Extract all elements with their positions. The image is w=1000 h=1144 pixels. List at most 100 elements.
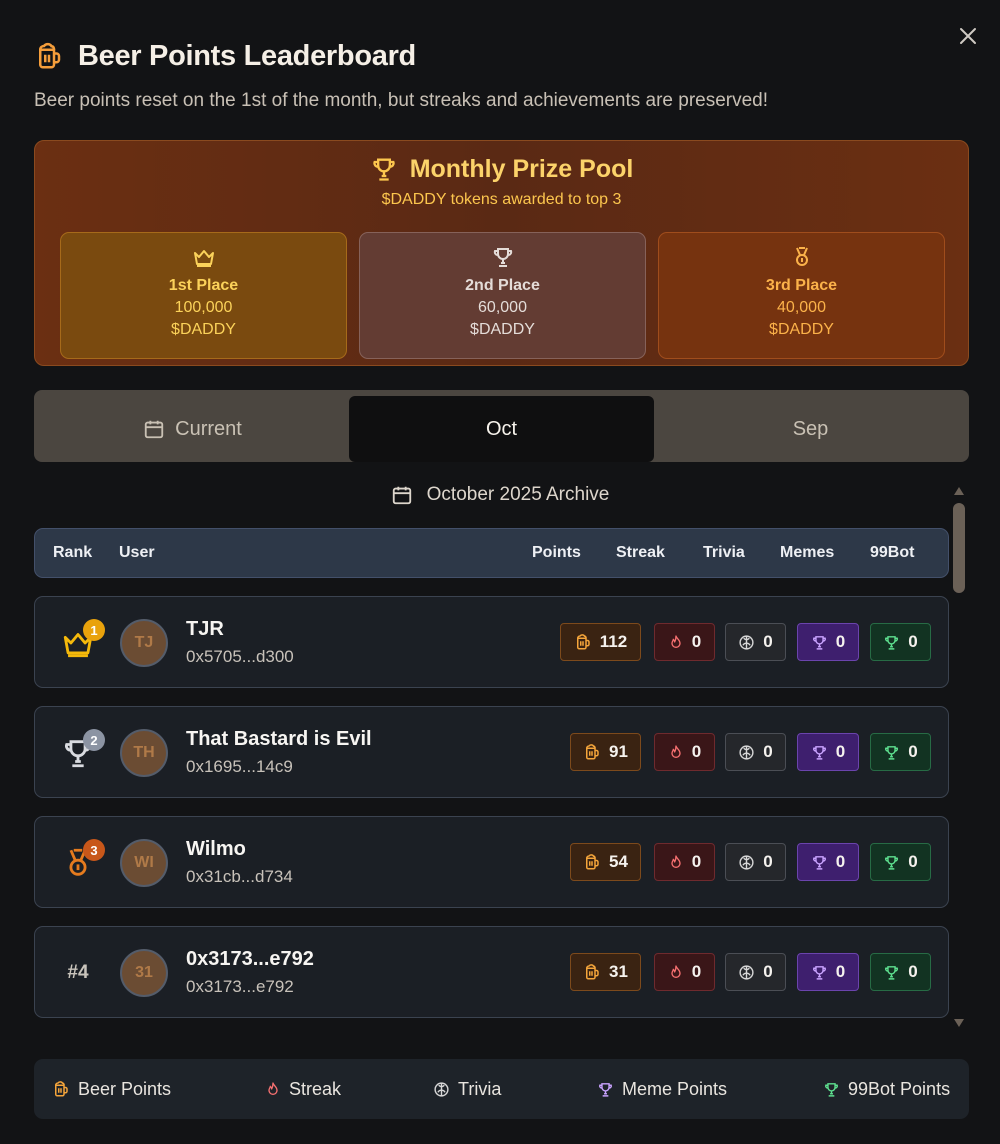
user-address: 0x31cb...d734	[186, 867, 293, 886]
prize-pool-title: Monthly Prize Pool	[409, 154, 634, 183]
trivia-pill: 0	[725, 623, 786, 661]
brain-icon	[738, 964, 755, 981]
trivia-pill: 0	[725, 843, 786, 881]
user-name: 0x3173...e792	[186, 948, 314, 970]
prize-pool-panel: Monthly Prize Pool $DADDY tokens awarded…	[34, 140, 969, 366]
triangle-up-icon	[954, 487, 964, 495]
rank-number: 1	[83, 619, 105, 641]
archive-heading: October 2025 Archive	[0, 482, 1000, 508]
memes-pill: 0	[797, 623, 859, 661]
month-tabs: Current Oct Sep	[34, 390, 969, 462]
avatar: TH	[120, 729, 168, 777]
tab-label: Oct	[485, 417, 518, 440]
trophy-icon	[883, 964, 900, 981]
prize-token: $DADDY	[470, 321, 535, 338]
scroll-thumb[interactable]	[953, 503, 965, 593]
memes-value: 0	[835, 962, 846, 981]
prize-second-place: 2nd Place 60,000 $DADDY	[359, 232, 646, 359]
rank-number: #4	[67, 962, 89, 983]
prize-pool-subtitle: $DADDY tokens awarded to top 3	[381, 191, 622, 208]
prize-amount: 40,000	[777, 299, 826, 316]
brain-icon	[738, 854, 755, 871]
trivia-value: 0	[763, 632, 773, 651]
flame-icon	[265, 1081, 281, 1097]
page-title: Beer Points Leaderboard	[78, 39, 416, 72]
legend-item: Streak	[265, 1059, 341, 1119]
flame-icon	[668, 744, 684, 760]
brain-icon	[433, 1081, 450, 1098]
legend-label: Beer Points	[78, 1078, 172, 1099]
medal-icon	[790, 245, 814, 269]
trivia-value: 0	[763, 962, 773, 981]
streak-value: 0	[691, 742, 702, 761]
memes-pill: 0	[797, 843, 859, 881]
prize-place-label: 3rd Place	[765, 277, 838, 294]
trophy-icon	[823, 1081, 840, 1098]
avatar: 31	[120, 949, 168, 997]
col-points: Points	[532, 544, 581, 561]
points-pill: 31	[570, 953, 641, 991]
triangle-down-icon	[954, 1019, 964, 1027]
legend-item: 99Bot Points	[823, 1059, 950, 1119]
scroll-down-arrow[interactable]	[952, 1018, 966, 1030]
bot-value: 0	[908, 632, 918, 651]
beer-icon	[34, 41, 64, 71]
points-value: 31	[609, 962, 628, 981]
trivia-value: 0	[763, 852, 773, 871]
memes-value: 0	[835, 852, 846, 871]
trophy-icon	[811, 744, 828, 761]
beer-icon	[583, 743, 601, 761]
table-row[interactable]: 1 TJ TJR 0x5705...d300 112 0 0 0 0	[34, 596, 949, 688]
streak-pill: 0	[654, 623, 715, 661]
bot-pill: 0	[870, 843, 931, 881]
legend-label: Streak	[289, 1078, 342, 1099]
trophy-icon	[883, 854, 900, 871]
prize-token: $DADDY	[769, 321, 834, 338]
flame-icon	[668, 964, 684, 980]
scroll-up-arrow[interactable]	[952, 486, 966, 498]
table-row[interactable]: #4 31 0x3173...e792 0x3173...e792 31 0 0…	[34, 926, 949, 1018]
bot-value: 0	[908, 742, 918, 761]
legend-label: Trivia	[458, 1078, 502, 1099]
streak-value: 0	[691, 962, 702, 981]
trophy-icon	[811, 634, 828, 651]
col-trivia: Trivia	[703, 544, 745, 561]
beer-icon	[583, 853, 601, 871]
trivia-value: 0	[763, 742, 773, 761]
streak-value: 0	[691, 852, 702, 871]
rank-badge: 1	[55, 615, 105, 671]
tab-oct[interactable]: Oct	[349, 396, 654, 462]
prize-first-place: 1st Place 100,000 $DADDY	[60, 232, 347, 359]
leaderboard-modal: Beer Points Leaderboard Beer points rese…	[0, 0, 1000, 1144]
tab-sep[interactable]: Sep	[658, 396, 963, 462]
table-row[interactable]: 2 TH That Bastard is Evil 0x1695...14c9 …	[34, 706, 949, 798]
bot-value: 0	[908, 852, 918, 871]
trophy-icon	[811, 854, 828, 871]
bot-pill: 0	[870, 733, 931, 771]
memes-pill: 0	[797, 953, 859, 991]
close-button[interactable]	[956, 24, 980, 48]
streak-pill: 0	[654, 953, 715, 991]
user-address: 0x1695...14c9	[186, 757, 293, 776]
tab-current[interactable]: Current	[40, 396, 345, 462]
trophy-icon	[370, 155, 398, 183]
streak-pill: 0	[654, 843, 715, 881]
flame-icon	[668, 854, 684, 870]
flame-icon	[668, 634, 684, 650]
col-memes: Memes	[780, 544, 835, 561]
prize-amount: 100,000	[174, 299, 233, 316]
brain-icon	[738, 744, 755, 761]
col-streak: Streak	[616, 544, 665, 561]
brain-icon	[738, 634, 755, 651]
rank-badge: 2	[55, 725, 105, 781]
close-icon	[960, 28, 976, 44]
beer-icon	[583, 963, 601, 981]
table-row[interactable]: 3 WI Wilmo 0x31cb...d734 54 0 0 0 0	[34, 816, 949, 908]
legend-label: 99Bot Points	[848, 1078, 951, 1099]
crown-icon	[192, 245, 216, 269]
bot-pill: 0	[870, 623, 931, 661]
memes-value: 0	[835, 742, 846, 761]
col-99bot: 99Bot	[870, 544, 915, 561]
col-rank: Rank	[53, 544, 93, 561]
page-subtitle: Beer points reset on the 1st of the mont…	[34, 90, 769, 111]
